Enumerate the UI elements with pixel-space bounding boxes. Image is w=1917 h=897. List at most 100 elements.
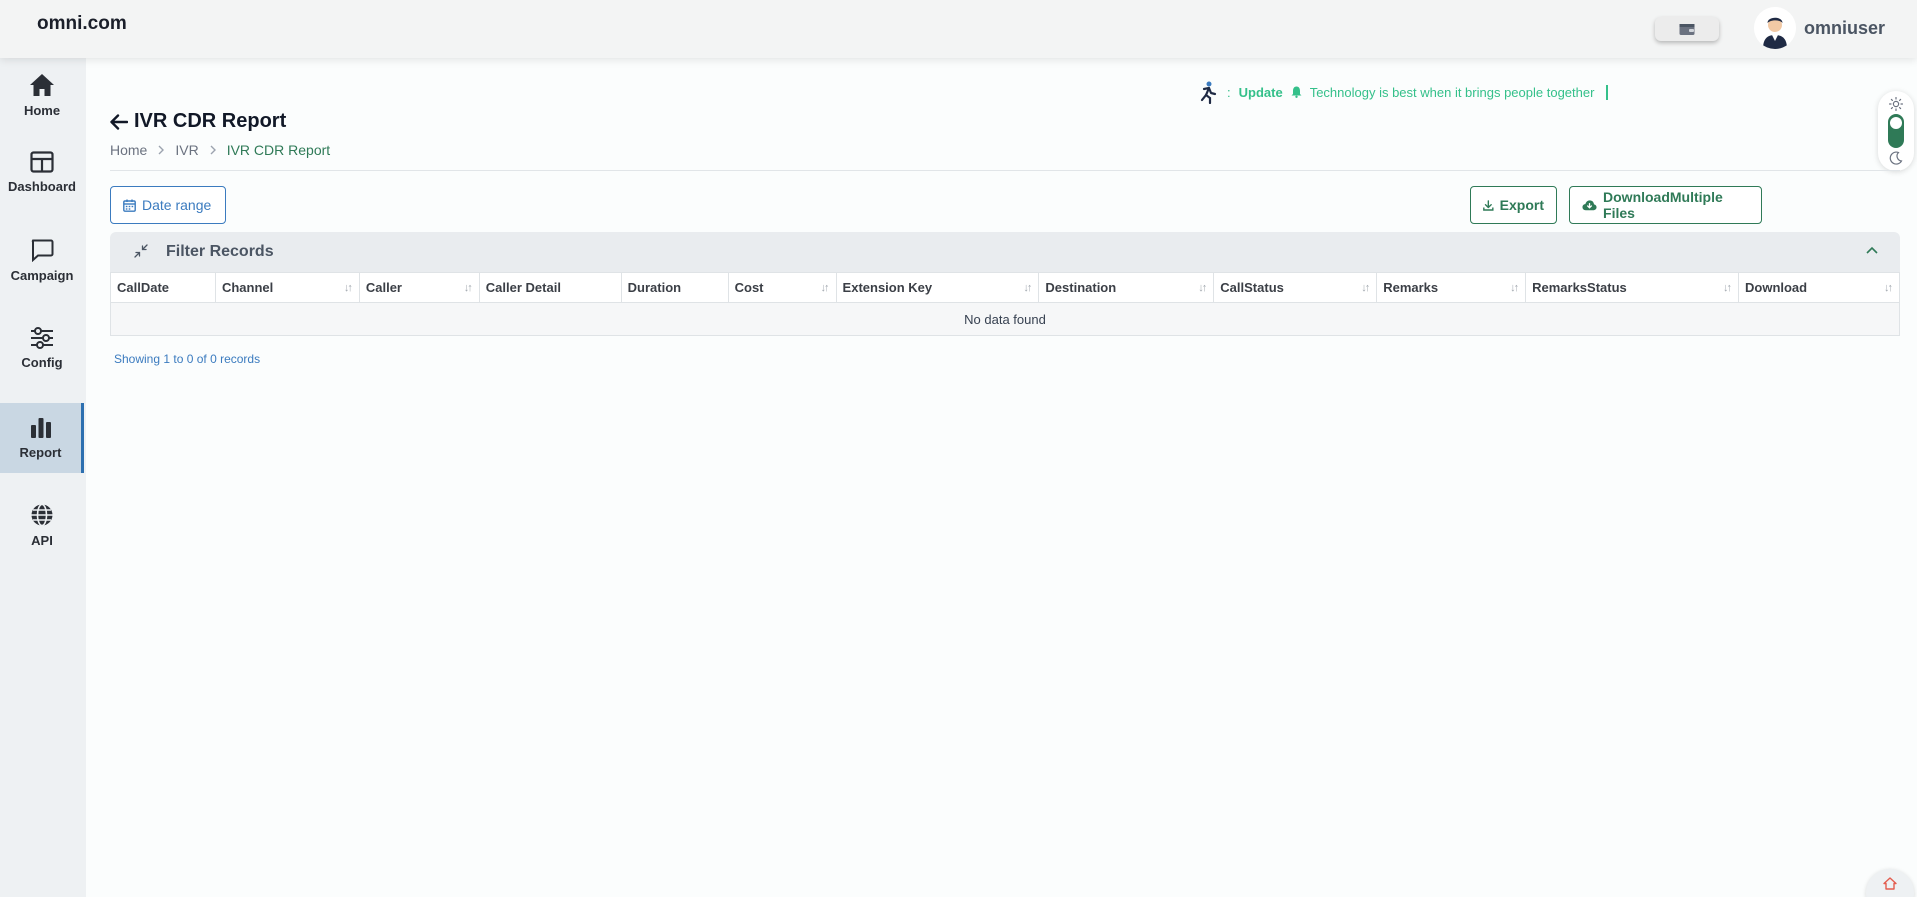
column-header-label: CallStatus	[1220, 280, 1284, 295]
column-header-extension-key[interactable]: Extension Key ↓↑	[835, 272, 1040, 303]
column-header-caller[interactable]: Caller ↓↑	[358, 272, 480, 303]
home-outline-icon	[1883, 877, 1897, 890]
export-label: Export	[1499, 197, 1544, 213]
column-header-label: CallDate	[117, 280, 170, 295]
filter-records-label: Filter Records	[166, 243, 274, 260]
cloud-download-icon	[1582, 199, 1597, 210]
column-header-label: Download	[1745, 280, 1808, 295]
column-header-calldate[interactable]: CallDate	[110, 272, 216, 303]
sort-icon[interactable]: ↓↑	[1198, 282, 1207, 294]
brand-logo[interactable]: omni.com	[37, 13, 127, 35]
column-header-label: Cost	[734, 280, 764, 295]
avatar[interactable]	[1754, 7, 1796, 49]
column-header-cost[interactable]: Cost ↓↑	[727, 272, 837, 303]
column-header-label: Channel	[221, 280, 274, 295]
chevron-up-icon[interactable]	[1866, 246, 1878, 254]
column-header-caller-detail[interactable]: Caller Detail	[478, 272, 622, 303]
chat-icon	[31, 239, 54, 262]
sort-icon[interactable]: ↓↑	[464, 282, 473, 294]
page-title-text: IVR CDR Report	[134, 110, 287, 132]
back-arrow-icon[interactable]	[110, 113, 128, 130]
column-header-download[interactable]: Download ↓↑	[1738, 272, 1900, 303]
sidebar-item-label: Dashboard	[8, 178, 76, 194]
column-header-label: Caller	[365, 280, 402, 295]
download-multiple-files-button[interactable]: DownloadMultiple Files	[1569, 186, 1762, 224]
ticker-prefix: :	[1227, 84, 1231, 100]
sort-icon[interactable]: ↓↑	[821, 282, 830, 294]
column-header-label: Remarks	[1383, 280, 1439, 295]
running-person-icon	[1200, 81, 1217, 104]
date-range-button[interactable]: Date range	[110, 186, 226, 224]
download-icon	[1483, 199, 1494, 211]
filter-records-bar[interactable]: Filter Records	[110, 232, 1900, 272]
calendar-icon	[123, 199, 136, 212]
sort-icon[interactable]: ↓↑	[1510, 282, 1519, 294]
chevron-right-icon	[158, 145, 165, 155]
sort-icon[interactable]: ↓↑	[1723, 282, 1732, 294]
breadcrumb-home[interactable]: Home	[110, 142, 147, 158]
sidebar-item-label: Config	[21, 354, 63, 370]
sidebar-item-report[interactable]: Report	[0, 403, 84, 473]
wallet-icon	[1679, 23, 1695, 35]
ticker-cursor	[1606, 84, 1609, 100]
collapse-arrows-icon	[134, 244, 148, 258]
top-bar: omni.com omniuser	[0, 0, 1917, 58]
sort-icon[interactable]: ↓↑	[1884, 282, 1893, 294]
sliders-icon	[31, 326, 53, 349]
theme-switch[interactable]	[1888, 114, 1904, 148]
column-header-label: Destination	[1045, 280, 1117, 295]
sidebar-item-home[interactable]: Home	[0, 60, 84, 130]
bar-chart-icon	[30, 417, 51, 438]
sidebar-item-label: Home	[23, 102, 61, 118]
bell-icon	[1291, 86, 1302, 98]
export-button[interactable]: Export	[1470, 186, 1557, 224]
globe-icon	[31, 503, 53, 526]
ticker-tag: Update	[1238, 84, 1283, 100]
download-multiple-label: DownloadMultiple Files	[1603, 189, 1723, 221]
breadcrumb-current: IVR CDR Report	[226, 142, 331, 158]
breadcrumb: Home IVR IVR CDR Report	[110, 142, 330, 158]
ticker-message: Technology is best when it brings people…	[1309, 84, 1595, 100]
column-header-callstatus[interactable]: CallStatus ↓↑	[1213, 272, 1378, 303]
sidebar-item-label: API	[31, 532, 53, 548]
date-range-label: Date range	[142, 197, 212, 213]
sidebar-item-config[interactable]: Config	[0, 313, 84, 383]
sidebar: Home Dashboard Campaign Config Report AP…	[0, 58, 86, 897]
moon-icon	[1889, 151, 1903, 165]
news-ticker: : Update Technology is best when it brin…	[1195, 80, 1609, 104]
column-header-label: Duration	[627, 280, 682, 295]
sort-icon[interactable]: ↓↑	[1023, 282, 1032, 294]
breadcrumb-ivr[interactable]: IVR	[175, 142, 198, 158]
wallet-button[interactable]	[1655, 17, 1719, 41]
sidebar-item-label: Campaign	[10, 267, 74, 283]
sidebar-item-campaign[interactable]: Campaign	[0, 225, 84, 295]
sort-icon[interactable]: ↓↑	[344, 282, 353, 294]
empty-state: No data found	[110, 302, 1900, 336]
username[interactable]: omniuser	[1804, 18, 1885, 39]
chevron-right-icon	[210, 145, 216, 155]
table-header-row: CallDate Channel ↓↑ Caller ↓↑ Caller Detai…	[110, 272, 1900, 303]
sidebar-item-dashboard[interactable]: Dashboard	[0, 137, 84, 207]
sort-icon[interactable]: ↓↑	[1361, 282, 1370, 294]
records-summary: Showing 1 to 0 of 0 records	[114, 352, 261, 366]
column-header-channel[interactable]: Channel ↓↑	[214, 272, 360, 303]
home-icon	[30, 73, 54, 96]
corner-home-button[interactable]	[1866, 869, 1914, 897]
cdr-table: CallDate Channel ↓↑ Caller ↓↑ Caller Detai…	[110, 272, 1900, 336]
theme-toggle[interactable]	[1878, 91, 1914, 171]
table-row: No data found	[110, 302, 1900, 336]
column-header-destination[interactable]: Destination ↓↑	[1038, 272, 1215, 303]
sun-icon	[1889, 97, 1903, 111]
column-header-label: Extension Key	[842, 280, 933, 295]
column-header-duration[interactable]: Duration	[620, 272, 729, 303]
page-title: IVR CDR Report	[110, 110, 286, 133]
column-header-remarksstatus[interactable]: RemarksStatus ↓↑	[1525, 272, 1739, 303]
user-avatar-icon	[1754, 7, 1796, 49]
sidebar-item-api[interactable]: API	[0, 490, 84, 560]
column-header-label: RemarksStatus	[1532, 280, 1627, 295]
column-header-label: Caller Detail	[485, 280, 561, 295]
sidebar-item-label: Report	[19, 444, 62, 460]
dashboard-icon	[30, 150, 54, 173]
column-header-remarks[interactable]: Remarks ↓↑	[1376, 272, 1527, 303]
divider	[110, 170, 1900, 171]
